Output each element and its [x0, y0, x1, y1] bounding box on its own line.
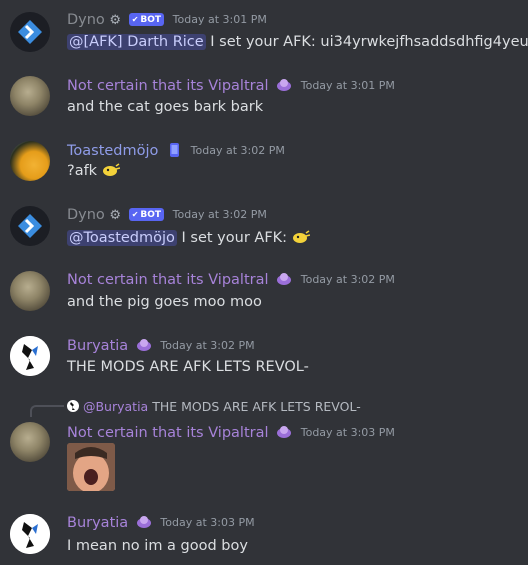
timestamp[interactable]: Today at 3:02 PM [191, 144, 285, 157]
avatar[interactable] [10, 422, 50, 462]
avatar[interactable] [10, 514, 50, 554]
emoji-image[interactable] [67, 443, 115, 491]
role-badge-icon [276, 424, 292, 440]
role-badge-icon [276, 271, 292, 287]
dyno-logo-icon [10, 12, 50, 52]
message-text: I mean no im a good boy [67, 538, 248, 554]
avatar[interactable] [10, 141, 50, 181]
author-name[interactable]: Toastedmöjo [67, 143, 158, 159]
dyno-logo-icon [10, 206, 50, 246]
role-badge-icon [136, 514, 152, 530]
timestamp[interactable]: Today at 3:03 PM [160, 516, 254, 529]
reply-spine [30, 405, 64, 417]
avatar-figure-icon [10, 336, 50, 376]
author-name[interactable]: Not certain that its Vipaltral [67, 272, 269, 288]
message-text: and the pig goes moo moo [67, 294, 262, 310]
avatar-figure-icon [10, 514, 50, 554]
author-name[interactable]: Not certain that its Vipaltral [67, 78, 269, 94]
role-badge-icon [136, 337, 152, 353]
avatar[interactable] [10, 206, 50, 246]
emoji-icon[interactable] [102, 163, 120, 179]
timestamp[interactable]: Today at 3:02 PM [160, 339, 254, 352]
message-text: THE MODS ARE AFK LETS REVOL- [67, 359, 309, 375]
bot-badge: ✔ BOT [128, 208, 165, 221]
user-mention[interactable]: @[AFK] Darth Rice [67, 34, 206, 50]
avatar[interactable] [10, 76, 50, 116]
gear-icon: ⚙ [109, 208, 122, 223]
reply-author[interactable]: @Buryatia [83, 399, 148, 414]
message-text: I set your AFK: ui34yrwkejfhsaddsdhfig4y… [210, 34, 528, 50]
user-mention[interactable]: @Toastedmöjo [67, 230, 177, 246]
avatar[interactable] [10, 12, 50, 52]
bot-badge: ✔ BOT [128, 13, 165, 26]
message-text: I set your AFK: [181, 230, 288, 246]
timestamp[interactable]: Today at 3:02 PM [173, 208, 267, 221]
message-text: and the cat goes bark bark [67, 99, 264, 115]
timestamp[interactable]: Today at 3:01 PM [301, 79, 395, 92]
avatar[interactable] [10, 336, 50, 376]
author-name[interactable]: Dyno [67, 207, 105, 223]
author-name[interactable]: Buryatia [67, 515, 128, 531]
timestamp[interactable]: Today at 3:03 PM [301, 426, 395, 439]
timestamp[interactable]: Today at 3:02 PM [301, 273, 395, 286]
author-name[interactable]: Not certain that its Vipaltral [67, 425, 269, 441]
author-name[interactable]: Dyno [67, 12, 105, 28]
gear-icon: ⚙ [109, 13, 122, 28]
avatar[interactable] [10, 271, 50, 311]
emoji-icon[interactable] [292, 230, 310, 246]
reply-avatar-icon [67, 399, 83, 414]
reply-text: THE MODS ARE AFK LETS REVOL- [152, 399, 361, 414]
message-text: ?afk [67, 163, 98, 179]
timestamp[interactable]: Today at 3:01 PM [173, 13, 267, 26]
role-badge-icon [276, 77, 292, 93]
author-name[interactable]: Buryatia [67, 338, 128, 354]
reply-preview[interactable]: @Buryatia THE MODS ARE AFK LETS REVOL- [67, 399, 361, 414]
phone-badge-icon [166, 142, 182, 158]
